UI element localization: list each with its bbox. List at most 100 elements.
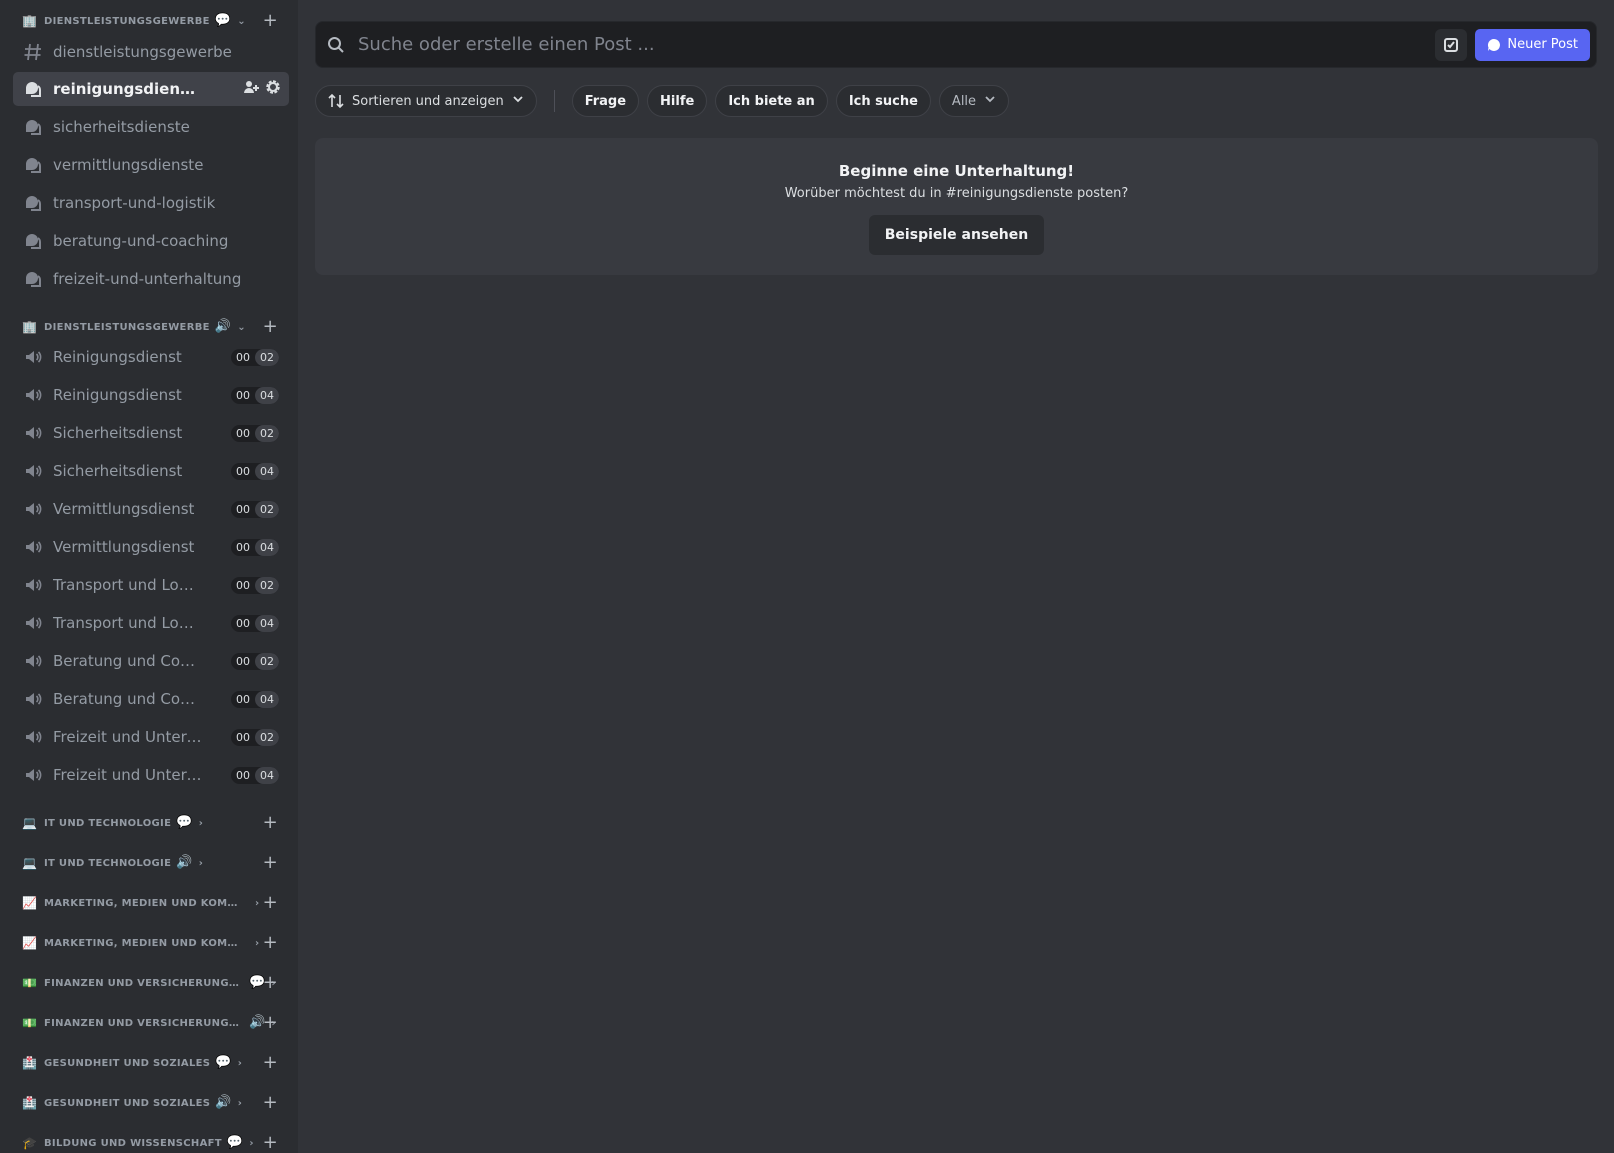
category-header[interactable]: 💵 FINANZEN UND VERSICHERUNGEN 🔊 › + <box>22 1013 284 1033</box>
channel-label: beratung-und-coaching <box>53 232 229 250</box>
channel-sidebar: 🏢 DIENSTLEISTUNGSGEWERBE 💬 ⌄ + dienstlei… <box>0 0 298 1153</box>
category-header[interactable]: 📈 MARKETING, MEDIEN UND KOMMUNI... ›+ <box>22 893 284 913</box>
category-type-icon: 💬 <box>215 1055 232 1070</box>
category-emoji-icon: 📈 <box>22 936 38 950</box>
all-tags-dropdown[interactable]: Alle <box>938 85 1010 117</box>
forum-icon <box>23 269 43 289</box>
voice-channel[interactable]: Transport und Logis... 00 04 <box>13 606 289 640</box>
channel-label: freizeit-und-unterhaltung <box>53 270 242 288</box>
category-header[interactable]: 🎓 BILDUNG UND WISSENSCHAFT 💬 › + <box>22 1133 284 1153</box>
voice-channel[interactable]: Beratung und Coach... 00 02 <box>13 644 289 678</box>
create-channel-icon[interactable]: + <box>263 1133 278 1153</box>
voice-channel[interactable]: Sicherheitsdienst 00 04 <box>13 454 289 488</box>
user-limit: 04 <box>255 615 279 632</box>
chevron-down-icon: ⌄ <box>237 321 246 333</box>
tag-frage[interactable]: Frage <box>571 85 640 117</box>
search-input[interactable] <box>356 33 1436 56</box>
category-header[interactable]: 💵 FINANZEN UND VERSICHERUNGEN 💬 › + <box>22 973 284 993</box>
create-channel-icon[interactable]: + <box>263 1093 278 1113</box>
category-header[interactable]: 💻 IT UND TECHNOLOGIE 💬 › + <box>22 813 284 833</box>
category-header-dienstleistungsgewerbe-voice[interactable]: 🏢 DIENSTLEISTUNGSGEWERBE 🔊 ⌄ + <box>22 317 284 337</box>
channel-vermittlungsdienste[interactable]: vermittlungsdienste <box>13 148 289 182</box>
category-emoji-icon: 🎓 <box>22 1136 38 1150</box>
chat-bubble-icon <box>1488 38 1501 51</box>
category-header[interactable]: 🏥 GESUNDHEIT UND SOZIALES 🔊 › + <box>22 1093 284 1113</box>
speaker-icon <box>23 347 43 367</box>
channel-label: Transport und Logis... <box>53 576 203 594</box>
invite-member-icon[interactable] <box>243 79 259 99</box>
channel-freizeit-und-unterhaltung[interactable]: freizeit-und-unterhaltung <box>13 262 289 296</box>
category-label: GESUNDHEIT UND SOZIALES <box>44 1057 211 1069</box>
category-label: MARKETING, MEDIEN UND KOMMUNI... <box>44 897 244 909</box>
forum-main: Neuer Post Sortieren und anzeigen Frage … <box>298 0 1614 1153</box>
tag-hilfe[interactable]: Hilfe <box>647 85 708 117</box>
chevron-down-icon <box>984 93 996 109</box>
user-count-badge: 00 04 <box>231 387 279 404</box>
channel-label: Vermittlungsdienst <box>53 500 195 518</box>
forum-icon <box>23 193 43 213</box>
speaker-icon <box>23 765 43 785</box>
tag-ich-suche[interactable]: Ich suche <box>835 85 931 117</box>
create-channel-icon[interactable]: + <box>263 893 278 913</box>
channel-label: sicherheitsdienste <box>53 118 190 136</box>
voice-channel[interactable]: Transport und Logis... 00 02 <box>13 568 289 602</box>
user-count-badge: 00 04 <box>231 615 279 632</box>
channel-label: Transport und Logis... <box>53 614 203 632</box>
new-post-label: Neuer Post <box>1507 37 1578 52</box>
voice-channel[interactable]: Freizeit und Unterha... 00 04 <box>13 758 289 792</box>
forum-icon <box>23 117 43 137</box>
category-emoji-icon: 💻 <box>22 856 38 870</box>
user-count-badge: 00 02 <box>231 349 279 366</box>
channel-dienstleistungsgewerbe[interactable]: dienstleistungsgewerbe <box>13 35 289 69</box>
category-header[interactable]: 💻 IT UND TECHNOLOGIE 🔊 › + <box>22 853 284 873</box>
user-count: 00 <box>236 427 250 440</box>
voice-channel[interactable]: Vermittlungsdienst 00 04 <box>13 530 289 564</box>
create-channel-icon[interactable]: + <box>263 933 278 953</box>
gear-icon[interactable] <box>265 79 281 99</box>
chevron-right-icon: › <box>255 897 260 909</box>
channel-transport-und-logistik[interactable]: transport-und-logistik <box>13 186 289 220</box>
user-count: 00 <box>236 389 250 402</box>
chevron-down-icon: ⌄ <box>237 15 246 27</box>
category-label: BILDUNG UND WISSENSCHAFT <box>44 1137 222 1149</box>
voice-channel[interactable]: Sicherheitsdienst 00 02 <box>13 416 289 450</box>
user-count-badge: 00 04 <box>231 539 279 556</box>
voice-channel[interactable]: Reinigungsdienst 00 04 <box>13 378 289 412</box>
new-post-button[interactable]: Neuer Post <box>1475 28 1590 61</box>
channel-beratung-und-coaching[interactable]: beratung-und-coaching <box>13 224 289 258</box>
tag-ich-biete-an[interactable]: Ich biete an <box>715 85 828 117</box>
sort-and-view-button[interactable]: Sortieren und anzeigen <box>315 85 537 117</box>
speech-bubble-icon: 💬 <box>214 13 232 28</box>
create-channel-icon[interactable]: + <box>263 973 278 993</box>
chevron-right-icon: › <box>237 1097 243 1109</box>
channel-label: vermittlungsdienste <box>53 156 204 174</box>
speaker-icon <box>23 651 43 671</box>
user-count-badge: 00 04 <box>231 463 279 480</box>
all-tags-label: Alle <box>951 93 977 109</box>
voice-channel[interactable]: Beratung und Coach... 00 04 <box>13 682 289 716</box>
channel-sicherheitsdienste[interactable]: sicherheitsdienste <box>13 110 289 144</box>
view-examples-button[interactable]: Beispiele ansehen <box>868 215 1045 255</box>
create-channel-icon[interactable]: + <box>263 813 278 833</box>
channel-label: Reinigungsdienst <box>53 386 182 404</box>
create-channel-icon[interactable]: + <box>263 853 278 873</box>
voice-channel[interactable]: Reinigungsdienst 00 02 <box>13 340 289 374</box>
create-channel-icon[interactable]: + <box>263 11 278 31</box>
empty-state-panel: Beginne eine Unterhaltung! Worüber möcht… <box>315 138 1598 275</box>
channel-label: transport-und-logistik <box>53 194 216 212</box>
channel-reinigungsdienste[interactable]: reinigungsdienste <box>13 72 289 106</box>
create-channel-icon[interactable]: + <box>263 317 278 337</box>
user-count-badge: 00 02 <box>231 577 279 594</box>
user-limit: 02 <box>255 729 279 746</box>
voice-channel[interactable]: Freizeit und Unterha... 00 02 <box>13 720 289 754</box>
category-header[interactable]: 🏥 GESUNDHEIT UND SOZIALES 💬 › + <box>22 1053 284 1073</box>
category-header[interactable]: 📈 MARKETING, MEDIEN UND KOMMUNI... ›+ <box>22 933 284 953</box>
voice-channel[interactable]: Vermittlungsdienst 00 02 <box>13 492 289 526</box>
create-channel-icon[interactable]: + <box>263 1053 278 1073</box>
create-channel-icon[interactable]: + <box>263 1013 278 1033</box>
category-header-dienstleistungsgewerbe-text[interactable]: 🏢 DIENSTLEISTUNGSGEWERBE 💬 ⌄ + <box>22 11 284 31</box>
category-type-icon: 💬 <box>226 1135 244 1150</box>
media-toggle-button[interactable] <box>1435 28 1468 61</box>
user-count-badge: 00 02 <box>231 729 279 746</box>
forum-icon <box>23 155 43 175</box>
